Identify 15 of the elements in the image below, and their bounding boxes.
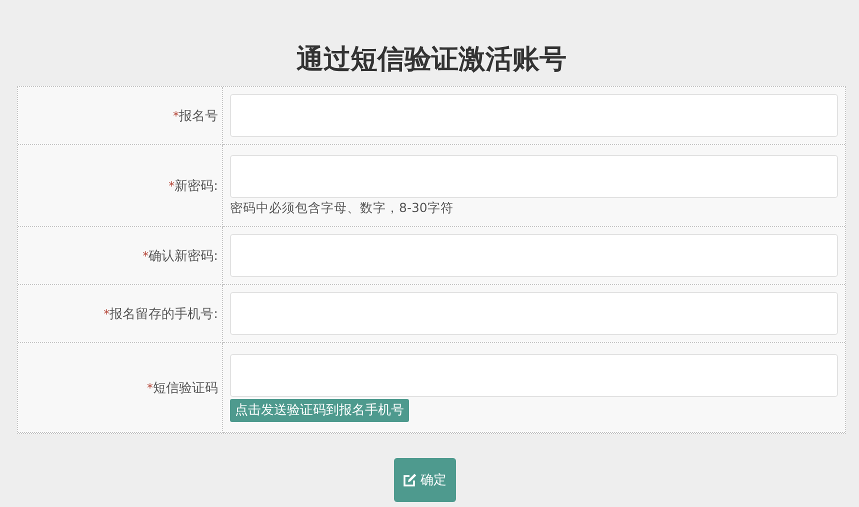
input-field[interactable] (230, 155, 838, 198)
field-label: *短信验证码 (147, 380, 218, 396)
field-label: *报名号 (173, 108, 218, 124)
field-label: *确认新密码: (142, 248, 218, 264)
field-hint: 密码中必须包含字母、数字，8-30字符 (230, 200, 454, 216)
input-field[interactable] (230, 354, 838, 396)
input-field[interactable] (230, 292, 838, 335)
input-field[interactable] (230, 94, 838, 137)
input-field[interactable] (230, 234, 838, 277)
send-code-button[interactable]: 点击发送验证码到报名手机号 (230, 398, 409, 422)
field-label: *报名留存的手机号: (104, 306, 218, 322)
field-label: *新密码: (168, 178, 218, 194)
page-title: 通过短信验证激活账号 (296, 43, 568, 77)
confirm-button[interactable]: 确定 (394, 458, 456, 502)
edit-icon (402, 473, 416, 487)
